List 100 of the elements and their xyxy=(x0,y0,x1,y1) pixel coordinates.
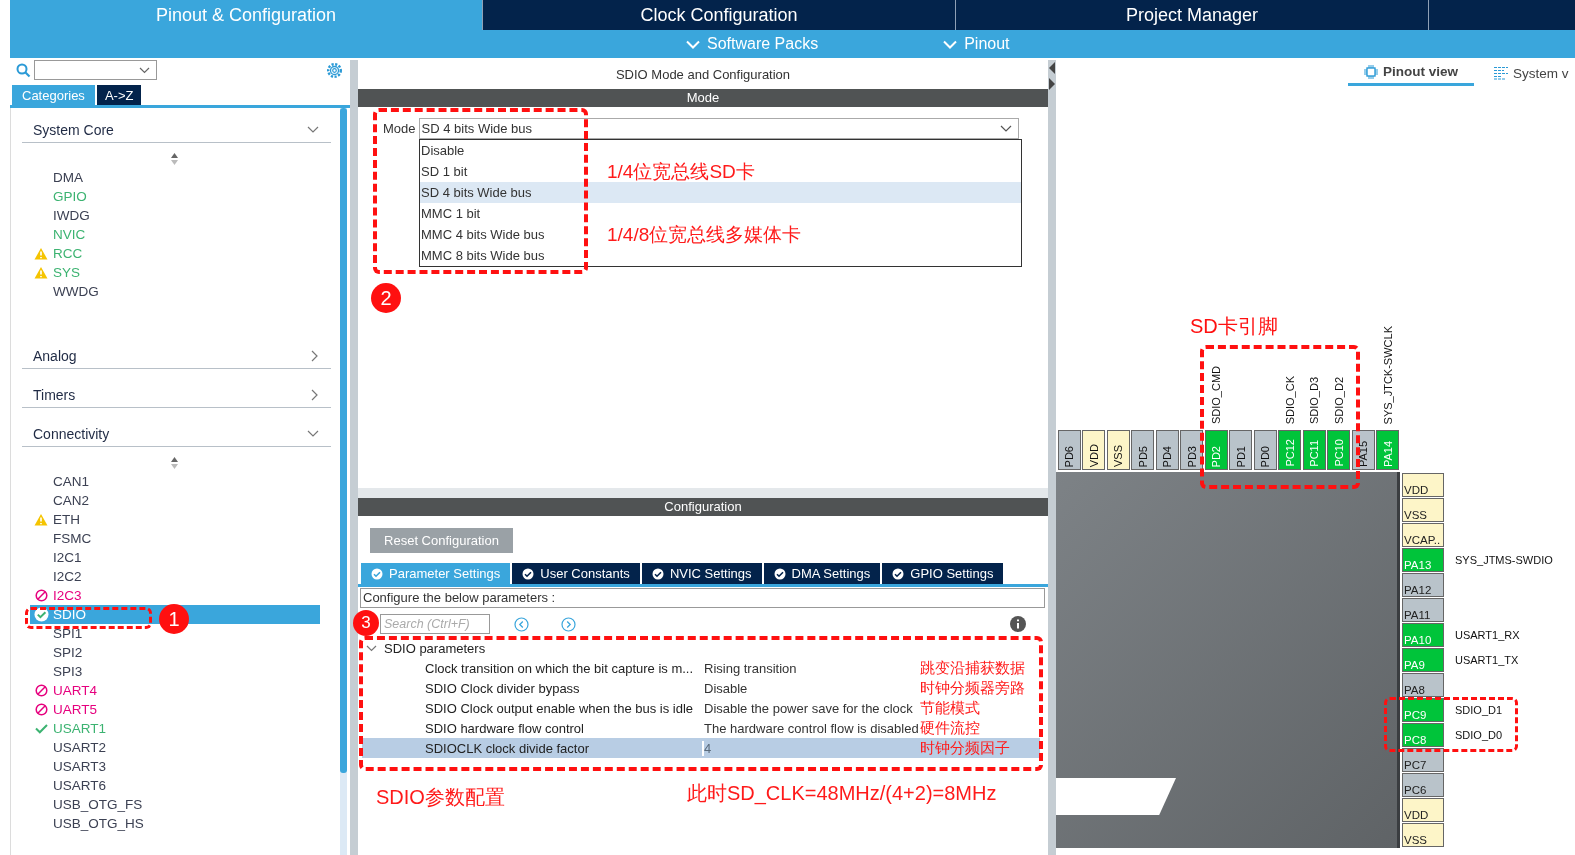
pin[interactable]: VSS xyxy=(1402,822,1444,847)
annotation-text: 节能模式 xyxy=(920,698,980,718)
peripheral-item[interactable]: CAN2 xyxy=(30,491,320,510)
peripheral-item[interactable]: FSMC xyxy=(30,529,320,548)
annotation-text: SD卡引脚 xyxy=(1190,314,1278,339)
parameter-row[interactable]: SDIO Clock output enable when the bus is idle Disable the power save for the clock 节能模式 xyxy=(362,698,1040,718)
peripheral-item[interactable]: I2C2 xyxy=(30,567,320,586)
category-header[interactable]: Timers xyxy=(22,382,331,408)
previous-icon[interactable] xyxy=(514,616,529,632)
view-tab[interactable]: A->Z xyxy=(96,85,142,105)
chevron-down-icon xyxy=(943,39,958,49)
header-tab[interactable]: Clock Configuration xyxy=(483,0,956,30)
check-icon xyxy=(34,723,48,734)
pin[interactable]: PD0 xyxy=(1253,430,1277,470)
tree-group-toggle[interactable]: SDIO parameters xyxy=(358,638,486,658)
search-combo-box[interactable] xyxy=(34,60,157,80)
right-triangle-icon[interactable] xyxy=(1049,78,1055,90)
pin[interactable]: PA11 xyxy=(1402,597,1444,622)
peripheral-item[interactable]: SPI2 xyxy=(30,643,320,662)
pin[interactable]: PD5 xyxy=(1131,430,1155,470)
pin[interactable]: PD6 xyxy=(1058,430,1081,470)
peripheral-item[interactable]: ETH xyxy=(30,510,320,529)
check-circle-icon xyxy=(892,567,905,580)
parameter-name: SDIO Clock output enable when the bus is idle xyxy=(424,700,695,716)
dropdown-option[interactable]: MMC 1 bit xyxy=(420,203,1021,224)
settings-tab[interactable]: User Constants xyxy=(512,563,640,584)
annotation-text: 1/4/8位宽总线多媒体卡 xyxy=(607,222,802,247)
signal-label: SDIO_D3 xyxy=(1308,376,1321,424)
peripheral-item[interactable]: UART4 xyxy=(30,681,320,700)
peripheral-item[interactable]: WWDG xyxy=(30,282,320,301)
peripheral-item[interactable]: USB_OTG_FS xyxy=(30,795,320,814)
pin[interactable]: PC6 xyxy=(1402,772,1444,797)
pin[interactable]: VDD xyxy=(1402,797,1444,822)
category-header[interactable]: System Core xyxy=(22,117,331,143)
chevron-down-icon xyxy=(307,429,319,438)
category-header[interactable]: Analog xyxy=(22,343,331,369)
parameter-name: SDIO Clock divider bypass xyxy=(424,680,581,696)
pin[interactable]: VCAP.. xyxy=(1402,522,1444,547)
prohibited-icon xyxy=(34,703,48,716)
peripheral-item[interactable]: USART6 xyxy=(30,776,320,795)
peripheral-item[interactable]: SPI3 xyxy=(30,662,320,681)
peripheral-item[interactable]: CAN1 xyxy=(30,472,320,491)
peripheral-item[interactable]: UART5 xyxy=(30,700,320,719)
settings-tab[interactable]: NVIC Settings xyxy=(641,563,762,584)
info-icon[interactable] xyxy=(1010,616,1026,632)
dropdown-option[interactable]: Disable xyxy=(420,140,1021,161)
chip-icon xyxy=(1364,64,1378,79)
dropdown-option[interactable]: MMC 8 bits Wide bus xyxy=(420,245,1021,266)
peripheral-item[interactable]: USB_OTG_HS xyxy=(30,814,320,833)
chevron-right-icon xyxy=(311,349,319,362)
parameter-row[interactable]: SDIO hardware flow control The hardware control flow is disabled硬件流控 xyxy=(362,718,1040,738)
peripheral-item[interactable]: I2C1 xyxy=(30,548,320,567)
parameter-row[interactable]: Clock transition on which the bit capture is m... Rising transition 跳变沿捕获数据 xyxy=(362,658,1040,678)
parameter-value: Rising transition xyxy=(703,660,798,676)
annotation-text: SDIO参数配置 xyxy=(376,785,505,810)
dropdown-option[interactable]: SD 1 bit 1/4位宽总线SD卡 xyxy=(420,161,1021,182)
peripheral-item[interactable]: USART2 xyxy=(30,738,320,757)
pin[interactable]: PD1 xyxy=(1229,430,1253,470)
view-tab[interactable]: Pinout view xyxy=(1348,60,1474,86)
chevron-down-icon xyxy=(366,644,377,652)
warning-icon xyxy=(34,513,48,526)
peripheral-item[interactable]: DMA xyxy=(30,168,320,187)
signal-label: SDIO_D0 xyxy=(1455,728,1503,741)
pin[interactable]: PD4 xyxy=(1155,430,1179,470)
field-label: Mode xyxy=(383,121,416,136)
settings-tab[interactable]: GPIO Settings xyxy=(882,563,1004,584)
chevron-down-icon xyxy=(307,125,319,134)
peripheral-item[interactable]: IWDG xyxy=(30,206,320,225)
pin[interactable]: PC7 xyxy=(1402,747,1444,772)
check-circle-icon xyxy=(371,567,383,580)
peripheral-item[interactable]: USART3 xyxy=(30,757,320,776)
view-tab[interactable]: System v xyxy=(1494,60,1569,86)
pin[interactable]: VSS xyxy=(1402,497,1444,522)
parameter-row[interactable]: SDIOCLK clock divide factor 4 时钟分频因子 xyxy=(362,738,1040,758)
settings-icon[interactable] xyxy=(326,61,343,79)
chevron-right-icon xyxy=(311,388,319,401)
pin[interactable]: PA8 xyxy=(1402,672,1444,697)
pin[interactable]: VDD xyxy=(1402,472,1444,497)
settings-tab[interactable]: DMA Settings xyxy=(763,563,881,584)
mode-select[interactable]: SD 4 bits Wide bus xyxy=(418,118,1019,139)
parameter-name: SDIO hardware flow control xyxy=(424,720,585,736)
next-icon[interactable] xyxy=(561,616,576,632)
sort-icon[interactable] xyxy=(170,454,179,472)
dropdown-option[interactable]: SD 4 bits Wide bus xyxy=(420,182,1021,203)
dropdown-option[interactable]: MMC 4 bits Wide bus 1/4/8位宽总线多媒体卡 xyxy=(420,224,1021,245)
sort-icon[interactable] xyxy=(170,150,179,168)
peripheral-item[interactable]: I2C3 xyxy=(30,586,320,605)
pin[interactable]: VSS xyxy=(1106,430,1130,470)
step-badge: 1 xyxy=(159,604,189,634)
search-icon[interactable] xyxy=(16,62,31,78)
parameter-row[interactable]: SDIO Clock divider bypass Disable 时钟分频器旁路 xyxy=(362,678,1040,698)
annotation-text: 此时SD_CLK=48MHz/(4+2)=8MHz xyxy=(686,781,997,807)
category-header[interactable]: Connectivity xyxy=(22,421,331,447)
pin[interactable]: PD3 xyxy=(1180,430,1204,470)
search-field[interactable]: Search (Ctrl+F) xyxy=(380,614,490,634)
annotation-text: 硬件流控 xyxy=(920,718,980,738)
pin[interactable]: PA12 xyxy=(1402,572,1444,597)
header-tab[interactable]: Project Manager xyxy=(956,0,1429,30)
pin[interactable]: VDD xyxy=(1082,430,1106,470)
left-triangle-icon[interactable] xyxy=(1049,62,1055,74)
